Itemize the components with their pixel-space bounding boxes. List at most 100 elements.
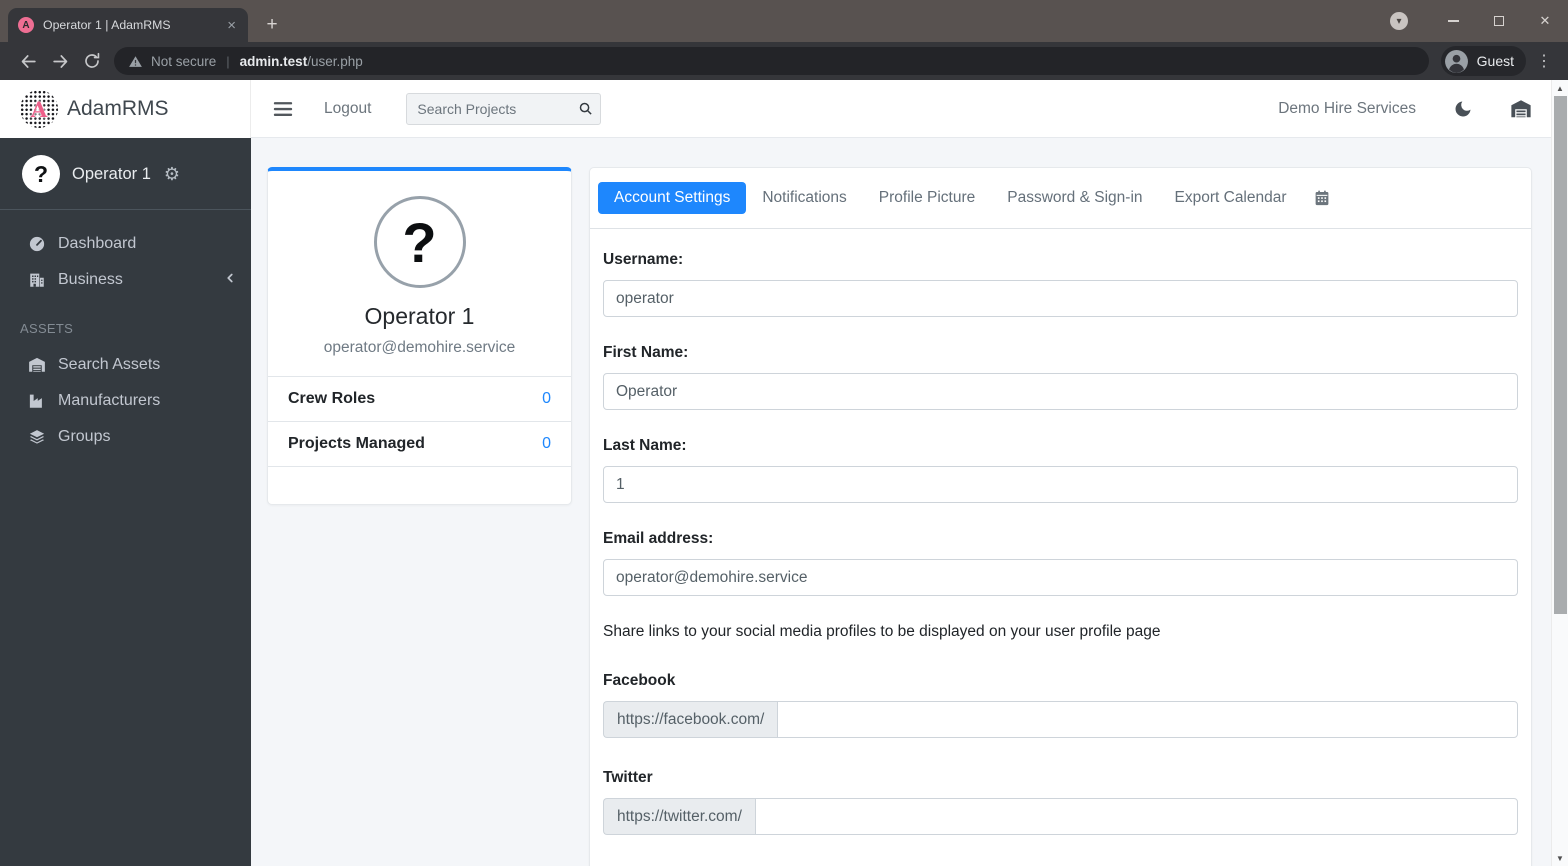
moon-icon <box>1455 101 1471 116</box>
reload-icon <box>85 52 100 68</box>
social-links-note: Share links to your social media profile… <box>603 623 1161 640</box>
tab-password-sign-in[interactable]: Password & Sign-in <box>991 182 1158 214</box>
sidebar-item-dashboard[interactable]: Dashboard <box>0 226 251 262</box>
stat-label: Projects Managed <box>288 435 425 452</box>
email-input[interactable] <box>603 559 1518 596</box>
gear-icon[interactable]: ⚙ <box>164 164 180 185</box>
stat-value[interactable]: 0 <box>542 435 551 453</box>
back-button[interactable] <box>12 46 44 76</box>
account-settings-form: Username: First Name: Last Name: Em <box>590 229 1531 866</box>
forward-button[interactable] <box>44 46 76 76</box>
settings-tabs: Account Settings Notifications Profile P… <box>590 168 1531 229</box>
user-avatar: ? <box>22 155 60 193</box>
tab-close-icon[interactable]: × <box>225 18 238 33</box>
sidebar-item-manufacturers[interactable]: Manufacturers <box>0 383 251 419</box>
username-input[interactable] <box>603 280 1518 317</box>
page-scrollbar[interactable]: ▲ ▼ <box>1551 80 1568 866</box>
browser-profile-button[interactable]: Guest <box>1440 46 1526 76</box>
industry-icon <box>27 392 47 410</box>
first-name-input[interactable] <box>603 373 1518 410</box>
instance-menu-button[interactable] <box>1510 98 1532 120</box>
field-last-name: Last Name: <box>603 437 1518 503</box>
security-label: Not secure <box>151 53 217 69</box>
forward-icon <box>52 54 67 68</box>
scroll-up-icon[interactable]: ▲ <box>1552 80 1568 96</box>
tab-profile-picture[interactable]: Profile Picture <box>863 182 991 214</box>
browser-titlebar: A Operator 1 | AdamRMS × + ▾ ✕ <box>0 0 1568 42</box>
stat-value[interactable]: 0 <box>542 390 551 408</box>
profile-avatar: ? <box>373 196 466 288</box>
twitter-input[interactable] <box>754 798 1518 835</box>
top-navbar: Logout Demo Hire Services <box>251 80 1568 138</box>
stat-row-crew-roles: Crew Roles 0 <box>268 376 571 421</box>
business-icon <box>27 271 47 289</box>
favicon-icon: A <box>18 17 34 33</box>
browser-window: A Operator 1 | AdamRMS × + ▾ ✕ Not secur… <box>0 0 1568 866</box>
last-name-input[interactable] <box>603 466 1518 503</box>
browser-tab[interactable]: A Operator 1 | AdamRMS × <box>8 8 248 42</box>
guest-avatar-icon <box>1444 49 1468 73</box>
sidebar-toggle-button[interactable] <box>272 97 296 121</box>
close-button[interactable]: ✕ <box>1522 0 1568 42</box>
sidebar-item-label: Groups <box>58 428 111 445</box>
facebook-url-prefix: https://facebook.com/ <box>603 701 778 738</box>
scroll-down-icon[interactable]: ▼ <box>1552 850 1568 866</box>
project-search <box>406 92 602 125</box>
minimize-button[interactable] <box>1430 0 1476 42</box>
maximize-button[interactable] <box>1476 0 1522 42</box>
field-label: Username: <box>603 251 684 268</box>
tab-title: Operator 1 | AdamRMS <box>43 18 171 32</box>
field-label: Twitter <box>603 769 653 786</box>
tab-notifications[interactable]: Notifications <box>746 182 862 214</box>
tab-account-settings[interactable]: Account Settings <box>598 182 747 214</box>
browser-menu-button[interactable]: ⋮ <box>1532 51 1556 71</box>
sidebar-user[interactable]: ? Operator 1 ⚙ <box>0 138 251 210</box>
profile-name: Operator 1 <box>364 303 475 329</box>
field-label: Facebook <box>603 672 676 689</box>
brand-name: AdamRMS <box>67 97 169 120</box>
minimize-icon <box>1447 20 1459 22</box>
reload-button[interactable] <box>76 46 108 76</box>
tab-search-icon[interactable]: ▾ <box>1390 12 1408 30</box>
warehouse-icon <box>27 356 47 374</box>
account-settings-card: Account Settings Notifications Profile P… <box>589 167 1532 866</box>
field-username: Username: <box>603 251 1518 317</box>
tab-export-calendar[interactable]: Export Calendar <box>1159 182 1303 214</box>
field-label: Last Name: <box>603 437 687 454</box>
field-label: Email address: <box>603 530 714 547</box>
profile-email: operator@demohire.service <box>323 339 516 356</box>
instance-name[interactable]: Demo Hire Services <box>1278 100 1416 118</box>
search-input[interactable] <box>406 92 602 125</box>
sidebar: A AdamRMS ? Operator 1 ⚙ Dashboard Busin… <box>0 80 251 866</box>
url-domain: admin.test <box>239 53 308 69</box>
logout-link[interactable]: Logout <box>324 100 371 118</box>
adamrms-logo-icon: A <box>20 90 58 128</box>
search-icon[interactable] <box>578 101 593 121</box>
sidebar-item-label: Manufacturers <box>58 392 161 409</box>
brand[interactable]: A AdamRMS <box>0 80 251 138</box>
field-facebook: Facebook https://facebook.com/ <box>603 672 1518 738</box>
field-email: Email address: <box>603 530 1518 596</box>
calendar-icon-tab[interactable] <box>1303 182 1341 214</box>
chevron-left-icon <box>223 271 237 290</box>
back-icon <box>21 54 36 68</box>
twitter-url-prefix: https://twitter.com/ <box>603 798 755 835</box>
field-label: First Name: <box>603 344 689 361</box>
layers-icon <box>27 428 47 446</box>
facebook-input[interactable] <box>777 701 1518 738</box>
sidebar-item-search-assets[interactable]: Search Assets <box>0 347 251 383</box>
sidebar-item-label: Business <box>58 271 123 288</box>
not-secure-warning-icon <box>129 55 142 67</box>
sidebar-section-assets: ASSETS <box>20 321 74 336</box>
warehouse-icon <box>1511 99 1531 117</box>
url-bar[interactable]: Not secure | admin.test/user.php <box>114 47 1429 75</box>
new-tab-button[interactable]: + <box>258 11 286 39</box>
sidebar-item-business[interactable]: Business <box>0 262 251 298</box>
stat-label: Crew Roles <box>288 390 376 407</box>
browser-toolbar: Not secure | admin.test/user.php Guest ⋮ <box>0 42 1568 80</box>
sidebar-item-groups[interactable]: Groups <box>0 419 251 455</box>
profile-name: Guest <box>1476 53 1514 69</box>
scrollbar-thumb[interactable] <box>1554 96 1567 614</box>
field-first-name: First Name: <box>603 344 1518 410</box>
dark-mode-toggle[interactable] <box>1453 99 1473 119</box>
